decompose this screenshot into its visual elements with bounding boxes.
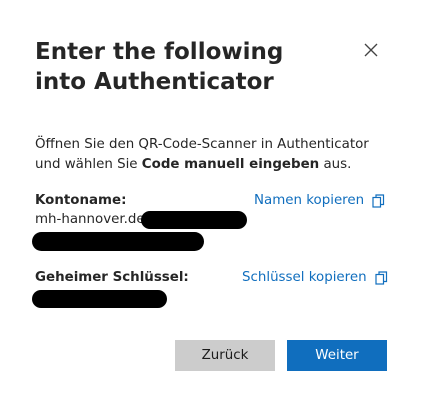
secret-key-label: Geheimer Schlüssel: <box>35 270 189 285</box>
close-icon <box>364 43 378 57</box>
instruction-text: Öffnen Sie den QR-Code-Scanner in Authen… <box>35 137 369 172</box>
close-button[interactable] <box>362 41 380 59</box>
redaction-bar <box>32 290 167 308</box>
authenticator-setup-dialog: Enter the following into Authenticator Ö… <box>0 0 423 400</box>
redaction-bar <box>32 232 204 251</box>
back-button[interactable]: Zurück <box>175 340 275 371</box>
copy-icon <box>374 271 387 285</box>
instruction-emphasis: Code manuell eingeben <box>141 157 320 172</box>
account-name-label: Kontoname: <box>35 193 127 208</box>
copy-secret-link[interactable]: Schlüssel kopieren <box>242 269 388 287</box>
copy-icon <box>372 194 385 208</box>
redaction-bar <box>141 211 247 229</box>
account-name-value: mh-hannover.de <box>35 212 145 227</box>
dialog-title: Enter the following into Authenticator <box>35 39 284 95</box>
copy-name-label: Namen kopieren <box>254 193 365 208</box>
next-button[interactable]: Weiter <box>287 340 387 371</box>
copy-name-link[interactable]: Namen kopieren <box>254 192 385 210</box>
copy-secret-label: Schlüssel kopieren <box>242 270 367 285</box>
